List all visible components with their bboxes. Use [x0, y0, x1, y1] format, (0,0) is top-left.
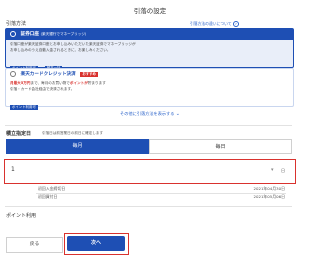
desc-text-2: 貯まります — [87, 81, 106, 85]
option-title: 楽天カードクレジット決済 — [20, 72, 76, 77]
next-button[interactable]: 次へ — [67, 236, 125, 251]
day-select[interactable]: 1 ▾ 日 — [4, 159, 296, 184]
tab-monthly[interactable]: 毎月 — [6, 139, 149, 154]
first-purchase-date-label: 初回買付日 — [38, 194, 58, 199]
chevron-down-icon: ⌄ — [175, 111, 180, 117]
desc-points: ポイントが — [69, 81, 88, 85]
first-deposit-deadline-value: 2021年04月30日 — [253, 186, 285, 191]
option-title: 証券口座 — [20, 32, 39, 37]
option-description: 引落口座が楽天証券口座とお申し込みいただいた楽天証券でマネーブリッジが お申し込… — [6, 40, 293, 53]
payment-method-label: 引落方法 — [6, 21, 27, 27]
question-icon: ? — [232, 21, 239, 27]
page-title: 引落の設定 — [133, 7, 167, 15]
date-setting-note: 引落日は前営業日の前日に確定します — [42, 131, 104, 135]
dropdown-arrow-icon: ▾ — [271, 167, 274, 173]
radio-selected-icon[interactable] — [10, 30, 16, 37]
first-purchase-date-value: 2021年05月06日 — [253, 194, 285, 199]
radio-unselected-icon[interactable] — [10, 70, 16, 77]
desc-amount: 月最大5万円 — [10, 81, 31, 85]
option-header: 証券口座 (楽天銀行でマネーブリッジ) — [6, 29, 293, 40]
day-select-value[interactable]: 1 — [11, 166, 15, 173]
tag-points: ポイント利用可 — [10, 105, 38, 111]
day-suffix: 日 — [281, 168, 285, 173]
desc-text: まで、毎月のお買い物で — [30, 81, 70, 85]
first-deposit-deadline-label: 初回入金締切日 — [38, 186, 66, 191]
show-more-label[interactable]: その他に引落方法を表示する — [120, 111, 174, 116]
date-setting-label: 積立指定日 — [6, 131, 32, 137]
option-title-note: (楽天銀行でマネーブリッジ) — [40, 32, 87, 36]
show-more-methods-link[interactable]: その他に引落方法を表示する ⌄ — [0, 111, 300, 117]
help-link-text[interactable]: 引落方法の違いについて — [190, 21, 232, 26]
option-header: 楽天カードクレジット決済 おすすめ — [6, 69, 293, 80]
points-usage-label: ポイント利用 — [6, 213, 37, 219]
payment-option-securities-account[interactable]: 証券口座 (楽天銀行でマネーブリッジ) 引落口座が楽天証券口座とお申し込みいただ… — [5, 28, 294, 72]
payment-option-credit-card[interactable]: 楽天カードクレジット決済 おすすめ 月最大5万円まで、毎月のお買い物でポイントが… — [5, 68, 294, 111]
back-button[interactable]: 戻る — [6, 237, 63, 253]
section-divider — [5, 206, 292, 207]
option-description: 月最大5万円まで、毎月のお買い物でポイントが貯まります 引落・カード会社経由で決… — [6, 80, 293, 92]
payment-method-help-link[interactable]: 引落方法の違いについて ? — [190, 21, 239, 27]
recommend-badge: おすすめ — [80, 72, 98, 77]
section-divider — [5, 125, 292, 126]
tab-daily[interactable]: 毎日 — [149, 139, 292, 154]
